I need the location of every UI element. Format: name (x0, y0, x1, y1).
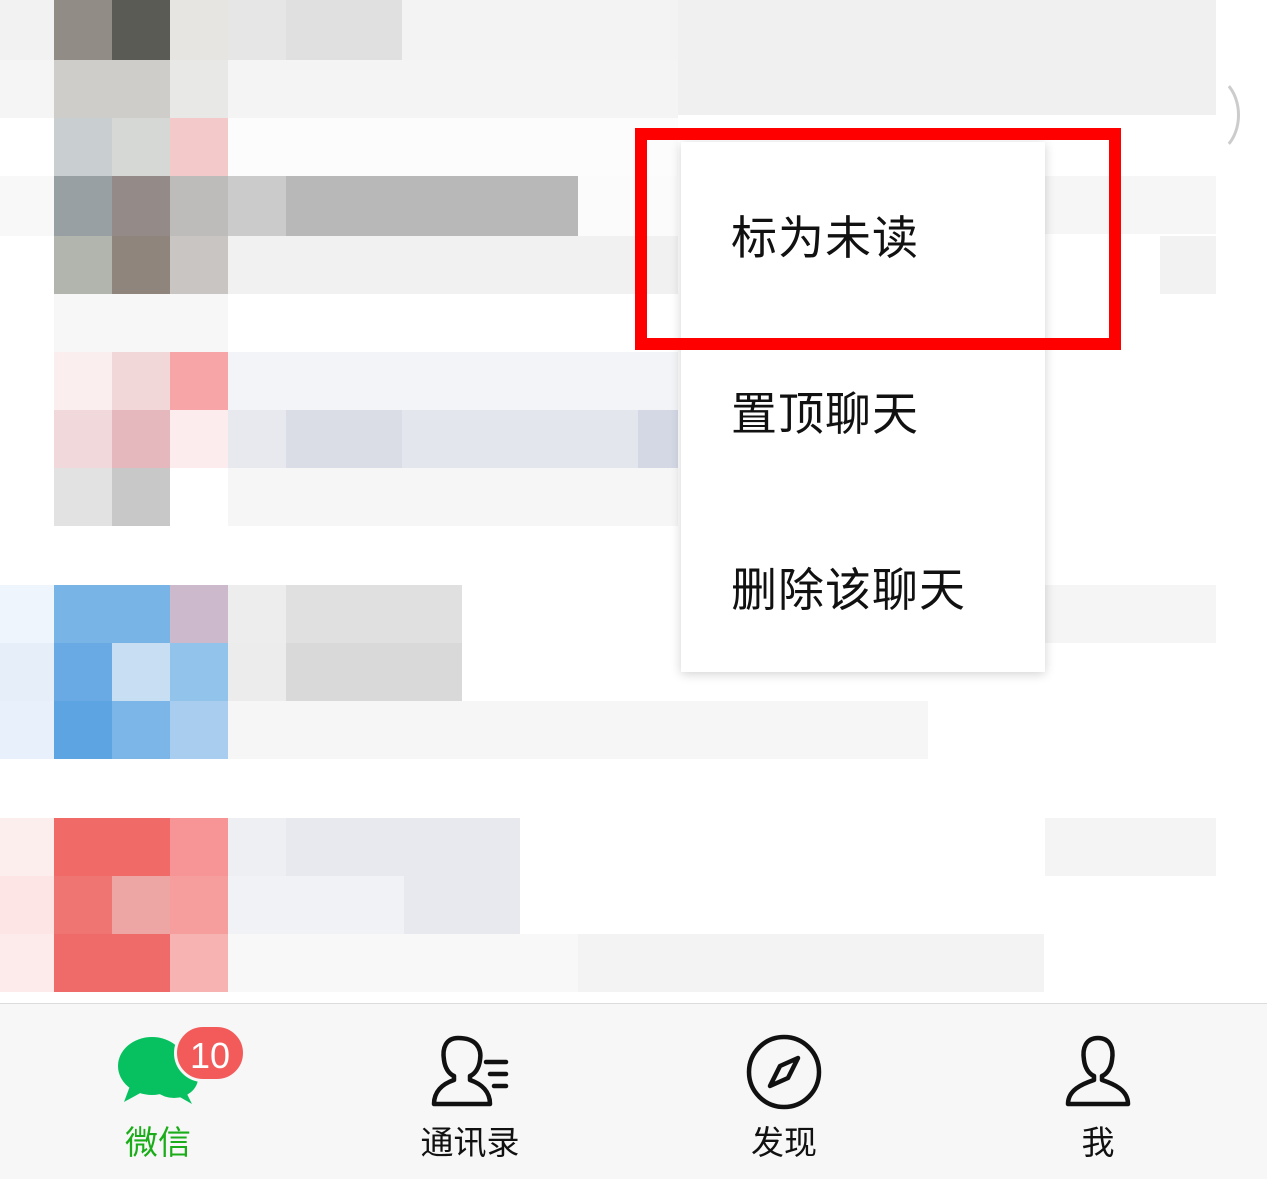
mosaic-cell (170, 0, 228, 60)
mosaic-cell (54, 876, 112, 934)
mosaic-cell (402, 410, 638, 468)
mosaic-cell (170, 818, 228, 876)
tab-label-discover: 发现 (751, 1123, 817, 1162)
tab-chats[interactable]: 10 微信 (0, 1004, 316, 1180)
mosaic-cell (54, 0, 112, 60)
tab-label-chats: 微信 (125, 1123, 191, 1162)
mosaic-cell (0, 176, 54, 236)
mosaic-cell (1045, 176, 1217, 234)
mosaic-cell (286, 410, 402, 468)
mosaic-cell (170, 701, 228, 759)
mosaic-cell (228, 0, 286, 60)
mosaic-cell (228, 410, 286, 468)
mosaic-cell (170, 585, 228, 643)
menu-item-pin-chat[interactable]: 置顶聊天 (681, 323, 1045, 499)
mosaic-cell (228, 352, 678, 410)
mosaic-cell (112, 643, 170, 701)
mosaic-cell (54, 934, 170, 992)
mosaic-cell (578, 176, 678, 236)
mosaic-cell (228, 60, 678, 118)
bottom-tab-bar: 10 微信 通讯录 发现 我 (0, 1003, 1267, 1179)
mosaic-cell (228, 468, 678, 526)
tab-discover[interactable]: 发现 (626, 1004, 942, 1180)
mosaic-cell (54, 643, 112, 701)
person-icon (1065, 1035, 1131, 1107)
mosaic-cell (54, 352, 112, 410)
mosaic-cell (0, 643, 54, 701)
mosaic-cell (0, 0, 54, 60)
mosaic-cell (1045, 818, 1217, 876)
mosaic-cell (54, 118, 112, 176)
mosaic-cell (228, 585, 286, 643)
mosaic-cell (112, 118, 170, 176)
mosaic-cell (170, 876, 228, 934)
mosaic-cell (402, 0, 678, 60)
mosaic-cell (54, 176, 112, 236)
mosaic-cell (0, 818, 54, 876)
mosaic-cell (170, 934, 228, 992)
contacts-icon (431, 1035, 509, 1107)
mosaic-cell (286, 818, 520, 876)
mosaic-cell (228, 176, 286, 236)
mosaic-cell (228, 701, 928, 759)
mosaic-cell (170, 118, 228, 176)
mosaic-cell (54, 701, 112, 759)
compass-icon (746, 1034, 822, 1110)
mosaic-cell (54, 236, 112, 294)
mosaic-cell (170, 236, 228, 294)
mosaic-cell (0, 585, 54, 643)
mosaic-cell (286, 585, 462, 643)
chat-context-menu: 标为未读 置顶聊天 删除该聊天 (681, 142, 1045, 672)
mosaic-cell (112, 236, 170, 294)
tab-label-me: 我 (1081, 1123, 1115, 1162)
unread-count-badge: 10 (174, 1024, 246, 1082)
mosaic-cell (286, 176, 578, 236)
mosaic-cell (170, 352, 228, 410)
mosaic-cell (228, 118, 678, 176)
mosaic-cell (286, 643, 462, 701)
mosaic-cell (54, 468, 112, 526)
mosaic-cell (228, 876, 404, 934)
mosaic-cell (112, 176, 170, 236)
mosaic-cell (0, 701, 54, 759)
mosaic-cell (638, 410, 678, 468)
mosaic-cell (228, 934, 578, 992)
mosaic-cell (0, 934, 54, 992)
mosaic-cell (112, 0, 170, 60)
mosaic-cell (170, 60, 228, 118)
mosaic-cell (112, 352, 170, 410)
mosaic-cell (1045, 585, 1217, 643)
mosaic-cell (578, 934, 1044, 992)
tab-label-contacts: 通讯录 (420, 1123, 520, 1162)
mosaic-cell (54, 585, 170, 643)
mosaic-cell (0, 60, 54, 118)
mosaic-cell (0, 876, 54, 934)
mosaic-cell (54, 818, 170, 876)
mosaic-cell (170, 410, 228, 468)
add-button-edge-icon (1180, 75, 1240, 155)
pixelated-chat-list (0, 0, 1267, 1003)
mosaic-cell (54, 410, 112, 468)
mosaic-cell (170, 643, 228, 701)
mosaic-cell (678, 0, 1218, 115)
mosaic-cell (228, 818, 286, 876)
mosaic-cell (112, 876, 170, 934)
menu-item-mark-unread[interactable]: 标为未读 (681, 147, 1045, 323)
mosaic-cell (228, 643, 286, 701)
mosaic-cell (54, 294, 228, 352)
mosaic-cell (112, 701, 170, 759)
mosaic-cell (286, 0, 402, 60)
mosaic-cell (112, 410, 170, 468)
mosaic-cell (404, 876, 520, 934)
mosaic-cell (228, 236, 678, 294)
mosaic-cell (170, 176, 228, 236)
tab-me[interactable]: 我 (940, 1004, 1256, 1180)
tab-contacts[interactable]: 通讯录 (312, 1004, 628, 1180)
mosaic-cell (112, 468, 170, 526)
mosaic-cell (1160, 236, 1217, 294)
mosaic-cell (54, 60, 170, 118)
menu-item-delete-chat[interactable]: 删除该聊天 (681, 499, 1045, 675)
